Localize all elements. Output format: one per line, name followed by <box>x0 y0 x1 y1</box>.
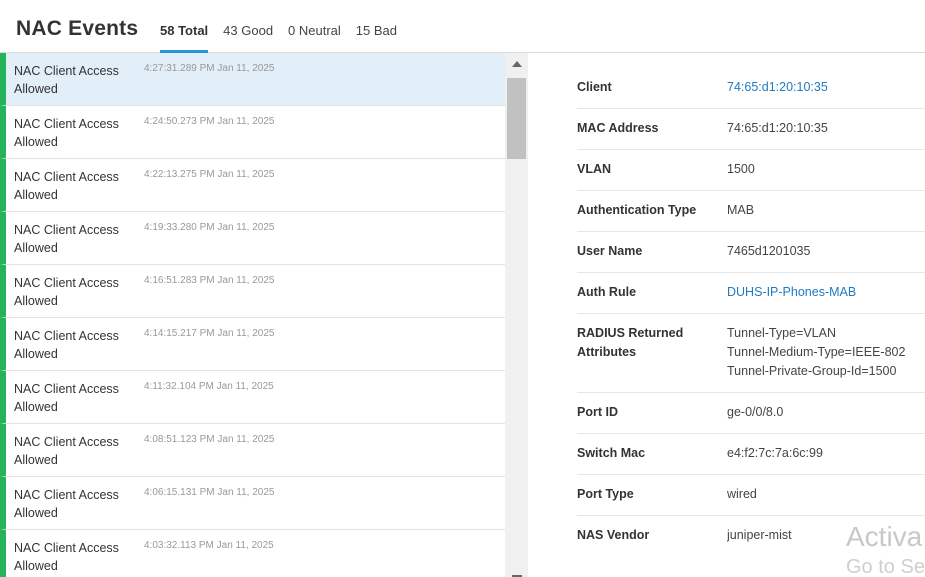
radius-attribute: Tunnel-Medium-Type=IEEE-802 <box>727 345 906 359</box>
event-title: NAC Client Access Allowed <box>14 329 119 361</box>
tab-neutral[interactable]: 0 Neutral <box>288 0 341 53</box>
event-title: NAC Client Access Allowed <box>14 382 119 414</box>
detail-value: ge-0/0/8.0 <box>727 405 784 419</box>
event-title: NAC Client Access Allowed <box>14 276 119 308</box>
tab-bad[interactable]: 15 Bad <box>356 0 397 53</box>
event-row[interactable]: NAC Client Access Allowed 4:24:50.273 PM… <box>0 106 505 159</box>
event-timestamp: 4:03:32.113 PM Jan 11, 2025 <box>144 540 274 551</box>
event-timestamp: 4:16:51.283 PM Jan 11, 2025 <box>144 275 275 286</box>
detail-row-user-name: User Name 7465d1201035 <box>577 232 925 273</box>
scroll-thumb[interactable] <box>507 78 526 159</box>
detail-label: Client <box>577 80 612 94</box>
detail-label: NAS Vendor <box>577 528 650 542</box>
event-title: NAC Client Access Allowed <box>14 64 119 96</box>
detail-row-auth-rule: Auth Rule DUHS-IP-Phones-MAB <box>577 273 925 314</box>
event-timestamp: 4:11:32.104 PM Jan 11, 2025 <box>144 381 274 392</box>
tab-good[interactable]: 43 Good <box>223 0 273 53</box>
event-timestamp: 4:27:31.289 PM Jan 11, 2025 <box>144 63 275 74</box>
event-title: NAC Client Access Allowed <box>14 488 119 520</box>
filter-tabs: 58 Total 43 Good 0 Neutral 15 Bad <box>160 0 412 53</box>
detail-label: Authentication Type <box>577 203 697 217</box>
event-timestamp: 4:24:50.273 PM Jan 11, 2025 <box>144 116 275 127</box>
scroll-up-arrow-icon[interactable] <box>505 59 528 69</box>
event-detail-panel: Client 74:65:d1:20:10:35 MAC Address 74:… <box>528 53 925 577</box>
page-header: NAC Events 58 Total 43 Good 0 Neutral 15… <box>0 0 925 53</box>
detail-row-authentication-type: Authentication Type MAB <box>577 191 925 232</box>
auth-rule-link[interactable]: DUHS-IP-Phones-MAB <box>727 283 925 302</box>
event-title: NAC Client Access Allowed <box>14 541 119 573</box>
radius-attribute: Tunnel-Private-Group-Id=1500 <box>727 364 897 378</box>
event-row[interactable]: NAC Client Access Allowed 4:03:32.113 PM… <box>0 530 505 577</box>
activation-watermark-subtext: Go to Se <box>846 556 925 577</box>
detail-label: RADIUS Returned Attributes <box>577 326 684 359</box>
event-row[interactable]: NAC Client Access Allowed 4:14:15.217 PM… <box>0 318 505 371</box>
event-title: NAC Client Access Allowed <box>14 223 119 255</box>
detail-row-port-type: Port Type wired <box>577 475 925 516</box>
detail-row-radius-attributes: RADIUS Returned Attributes Tunnel-Type=V… <box>577 314 925 393</box>
detail-label: User Name <box>577 244 643 258</box>
detail-value: 1500 <box>727 162 755 176</box>
event-row[interactable]: NAC Client Access Allowed 4:08:51.123 PM… <box>0 424 505 477</box>
detail-row-port-id: Port ID ge-0/0/8.0 <box>577 393 925 434</box>
event-list: NAC Client Access Allowed 4:27:31.289 PM… <box>0 53 505 577</box>
event-row[interactable]: NAC Client Access Allowed 4:19:33.280 PM… <box>0 212 505 265</box>
detail-row-vlan: VLAN 1500 <box>577 150 925 191</box>
activation-watermark: Activa <box>846 521 923 552</box>
event-timestamp: 4:14:15.217 PM Jan 11, 2025 <box>144 328 275 339</box>
detail-row-mac-address: MAC Address 74:65:d1:20:10:35 <box>577 109 925 150</box>
detail-label: Port ID <box>577 405 618 419</box>
detail-label: Switch Mac <box>577 446 646 460</box>
detail-label: VLAN <box>577 162 612 176</box>
detail-value: 7465d1201035 <box>727 244 811 258</box>
detail-value: wired <box>727 487 757 501</box>
event-title: NAC Client Access Allowed <box>14 170 119 202</box>
radius-attribute: Tunnel-Type=VLAN <box>727 326 836 340</box>
event-timestamp: 4:08:51.123 PM Jan 11, 2025 <box>144 434 275 445</box>
detail-row-client: Client 74:65:d1:20:10:35 <box>577 68 925 109</box>
detail-value: Tunnel-Type=VLAN Tunnel-Medium-Type=IEEE… <box>727 324 925 381</box>
detail-label: MAC Address <box>577 121 659 135</box>
detail-value: e4:f2:7c:7a:6c:99 <box>727 446 823 460</box>
event-row[interactable]: NAC Client Access Allowed 4:22:13.275 PM… <box>0 159 505 212</box>
event-timestamp: 4:19:33.280 PM Jan 11, 2025 <box>144 222 275 233</box>
page-title: NAC Events <box>16 17 139 40</box>
detail-label: Port Type <box>577 487 634 501</box>
detail-label: Auth Rule <box>577 285 637 299</box>
detail-value: 74:65:d1:20:10:35 <box>727 121 828 135</box>
event-timestamp: 4:22:13.275 PM Jan 11, 2025 <box>144 169 275 180</box>
event-row[interactable]: NAC Client Access Allowed 4:11:32.104 PM… <box>0 371 505 424</box>
event-title: NAC Client Access Allowed <box>14 117 119 149</box>
event-row[interactable]: NAC Client Access Allowed 4:06:15.131 PM… <box>0 477 505 530</box>
scroll-down-arrow-icon[interactable] <box>505 571 528 577</box>
event-timestamp: 4:06:15.131 PM Jan 11, 2025 <box>144 487 275 498</box>
tab-total[interactable]: 58 Total <box>160 0 209 53</box>
event-list-scrollbar[interactable] <box>505 53 528 577</box>
event-row[interactable]: NAC Client Access Allowed 4:27:31.289 PM… <box>0 53 505 106</box>
detail-table: Client 74:65:d1:20:10:35 MAC Address 74:… <box>577 68 925 556</box>
event-row[interactable]: NAC Client Access Allowed 4:16:51.283 PM… <box>0 265 505 318</box>
detail-row-switch-mac: Switch Mac e4:f2:7c:7a:6c:99 <box>577 434 925 475</box>
event-title: NAC Client Access Allowed <box>14 435 119 467</box>
client-link[interactable]: 74:65:d1:20:10:35 <box>727 78 925 97</box>
detail-value: MAB <box>727 203 755 217</box>
